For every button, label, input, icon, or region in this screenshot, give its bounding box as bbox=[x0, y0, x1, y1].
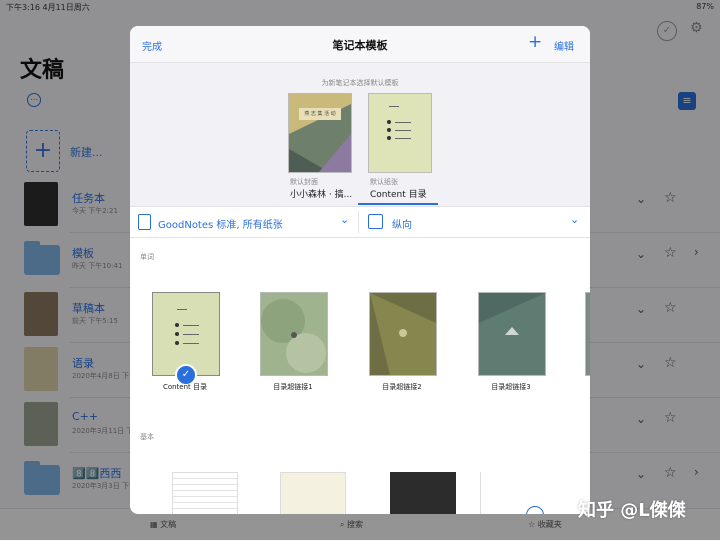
edit-button[interactable]: 编辑 bbox=[554, 38, 574, 53]
default-cover-card[interactable]: 燕 志 集 活 动 bbox=[288, 93, 352, 173]
status-time: 下午3:16 4月11日周六 bbox=[6, 3, 90, 12]
template-card[interactable] bbox=[478, 292, 546, 376]
template-art bbox=[479, 293, 545, 375]
template-set-select[interactable]: GoodNotes 标准, 所有纸张 bbox=[158, 216, 283, 231]
template-label: 目录超链接2 bbox=[382, 383, 422, 391]
default-cover-label: 默认封面 bbox=[290, 178, 318, 186]
default-paper-label: 默认纸张 bbox=[370, 178, 398, 186]
watermark: 知乎 @L傑傑 bbox=[578, 500, 686, 521]
basic-template-lined[interactable] bbox=[172, 472, 238, 514]
section-label-words: 单词 bbox=[140, 253, 154, 261]
paper-icon bbox=[138, 214, 151, 230]
selected-tab-indicator bbox=[358, 203, 438, 205]
default-template-panel: 为新笔记本选择默认模板 燕 志 集 活 动 默认封面 小小森林 · 搞... 默… bbox=[130, 63, 590, 207]
template-label: 目录超链接1 bbox=[273, 383, 313, 391]
template-card[interactable] bbox=[369, 292, 437, 376]
template-card-partial[interactable] bbox=[585, 292, 590, 376]
scroll-indicator-icon bbox=[526, 506, 544, 514]
chevron-down-icon[interactable]: ⌄ bbox=[340, 213, 349, 226]
battery-label: 87% bbox=[696, 2, 714, 11]
cover-art bbox=[289, 94, 351, 172]
section-label-basic: 基本 bbox=[140, 433, 154, 441]
default-hint: 为新笔记本选择默认模板 bbox=[321, 79, 399, 87]
divider bbox=[480, 472, 481, 514]
sheet-title: 笔记本模板 bbox=[332, 39, 388, 52]
template-art bbox=[261, 299, 326, 373]
default-paper-name: Content 目录 bbox=[370, 190, 427, 200]
default-paper-card[interactable] bbox=[368, 93, 432, 173]
orientation-icon bbox=[368, 214, 383, 229]
default-cover-name: 小小森林 · 搞... bbox=[290, 190, 353, 200]
chevron-down-icon[interactable]: ⌄ bbox=[570, 213, 579, 226]
cover-title: 燕 志 集 活 动 bbox=[304, 111, 336, 117]
basic-template-cream[interactable] bbox=[280, 472, 346, 514]
add-icon[interactable]: + bbox=[528, 32, 542, 52]
sheet-header: 完成 笔记本模板 + 编辑 bbox=[130, 26, 590, 63]
basic-template-dark[interactable] bbox=[390, 472, 456, 514]
notebook-template-sheet: 完成 笔记本模板 + 编辑 为新笔记本选择默认模板 燕 志 集 活 动 默认封面… bbox=[130, 26, 590, 514]
status-bar: 下午3:16 4月11日周六 87% bbox=[0, 0, 720, 14]
template-art bbox=[370, 293, 436, 375]
template-card[interactable] bbox=[260, 292, 328, 376]
template-filter-bar: GoodNotes 标准, 所有纸张 ⌄ 纵向 ⌄ bbox=[130, 207, 590, 238]
template-label: Content 目录 bbox=[162, 383, 208, 391]
orientation-select[interactable]: 纵向 bbox=[392, 216, 412, 231]
template-label: 目录超链接3 bbox=[491, 383, 531, 391]
